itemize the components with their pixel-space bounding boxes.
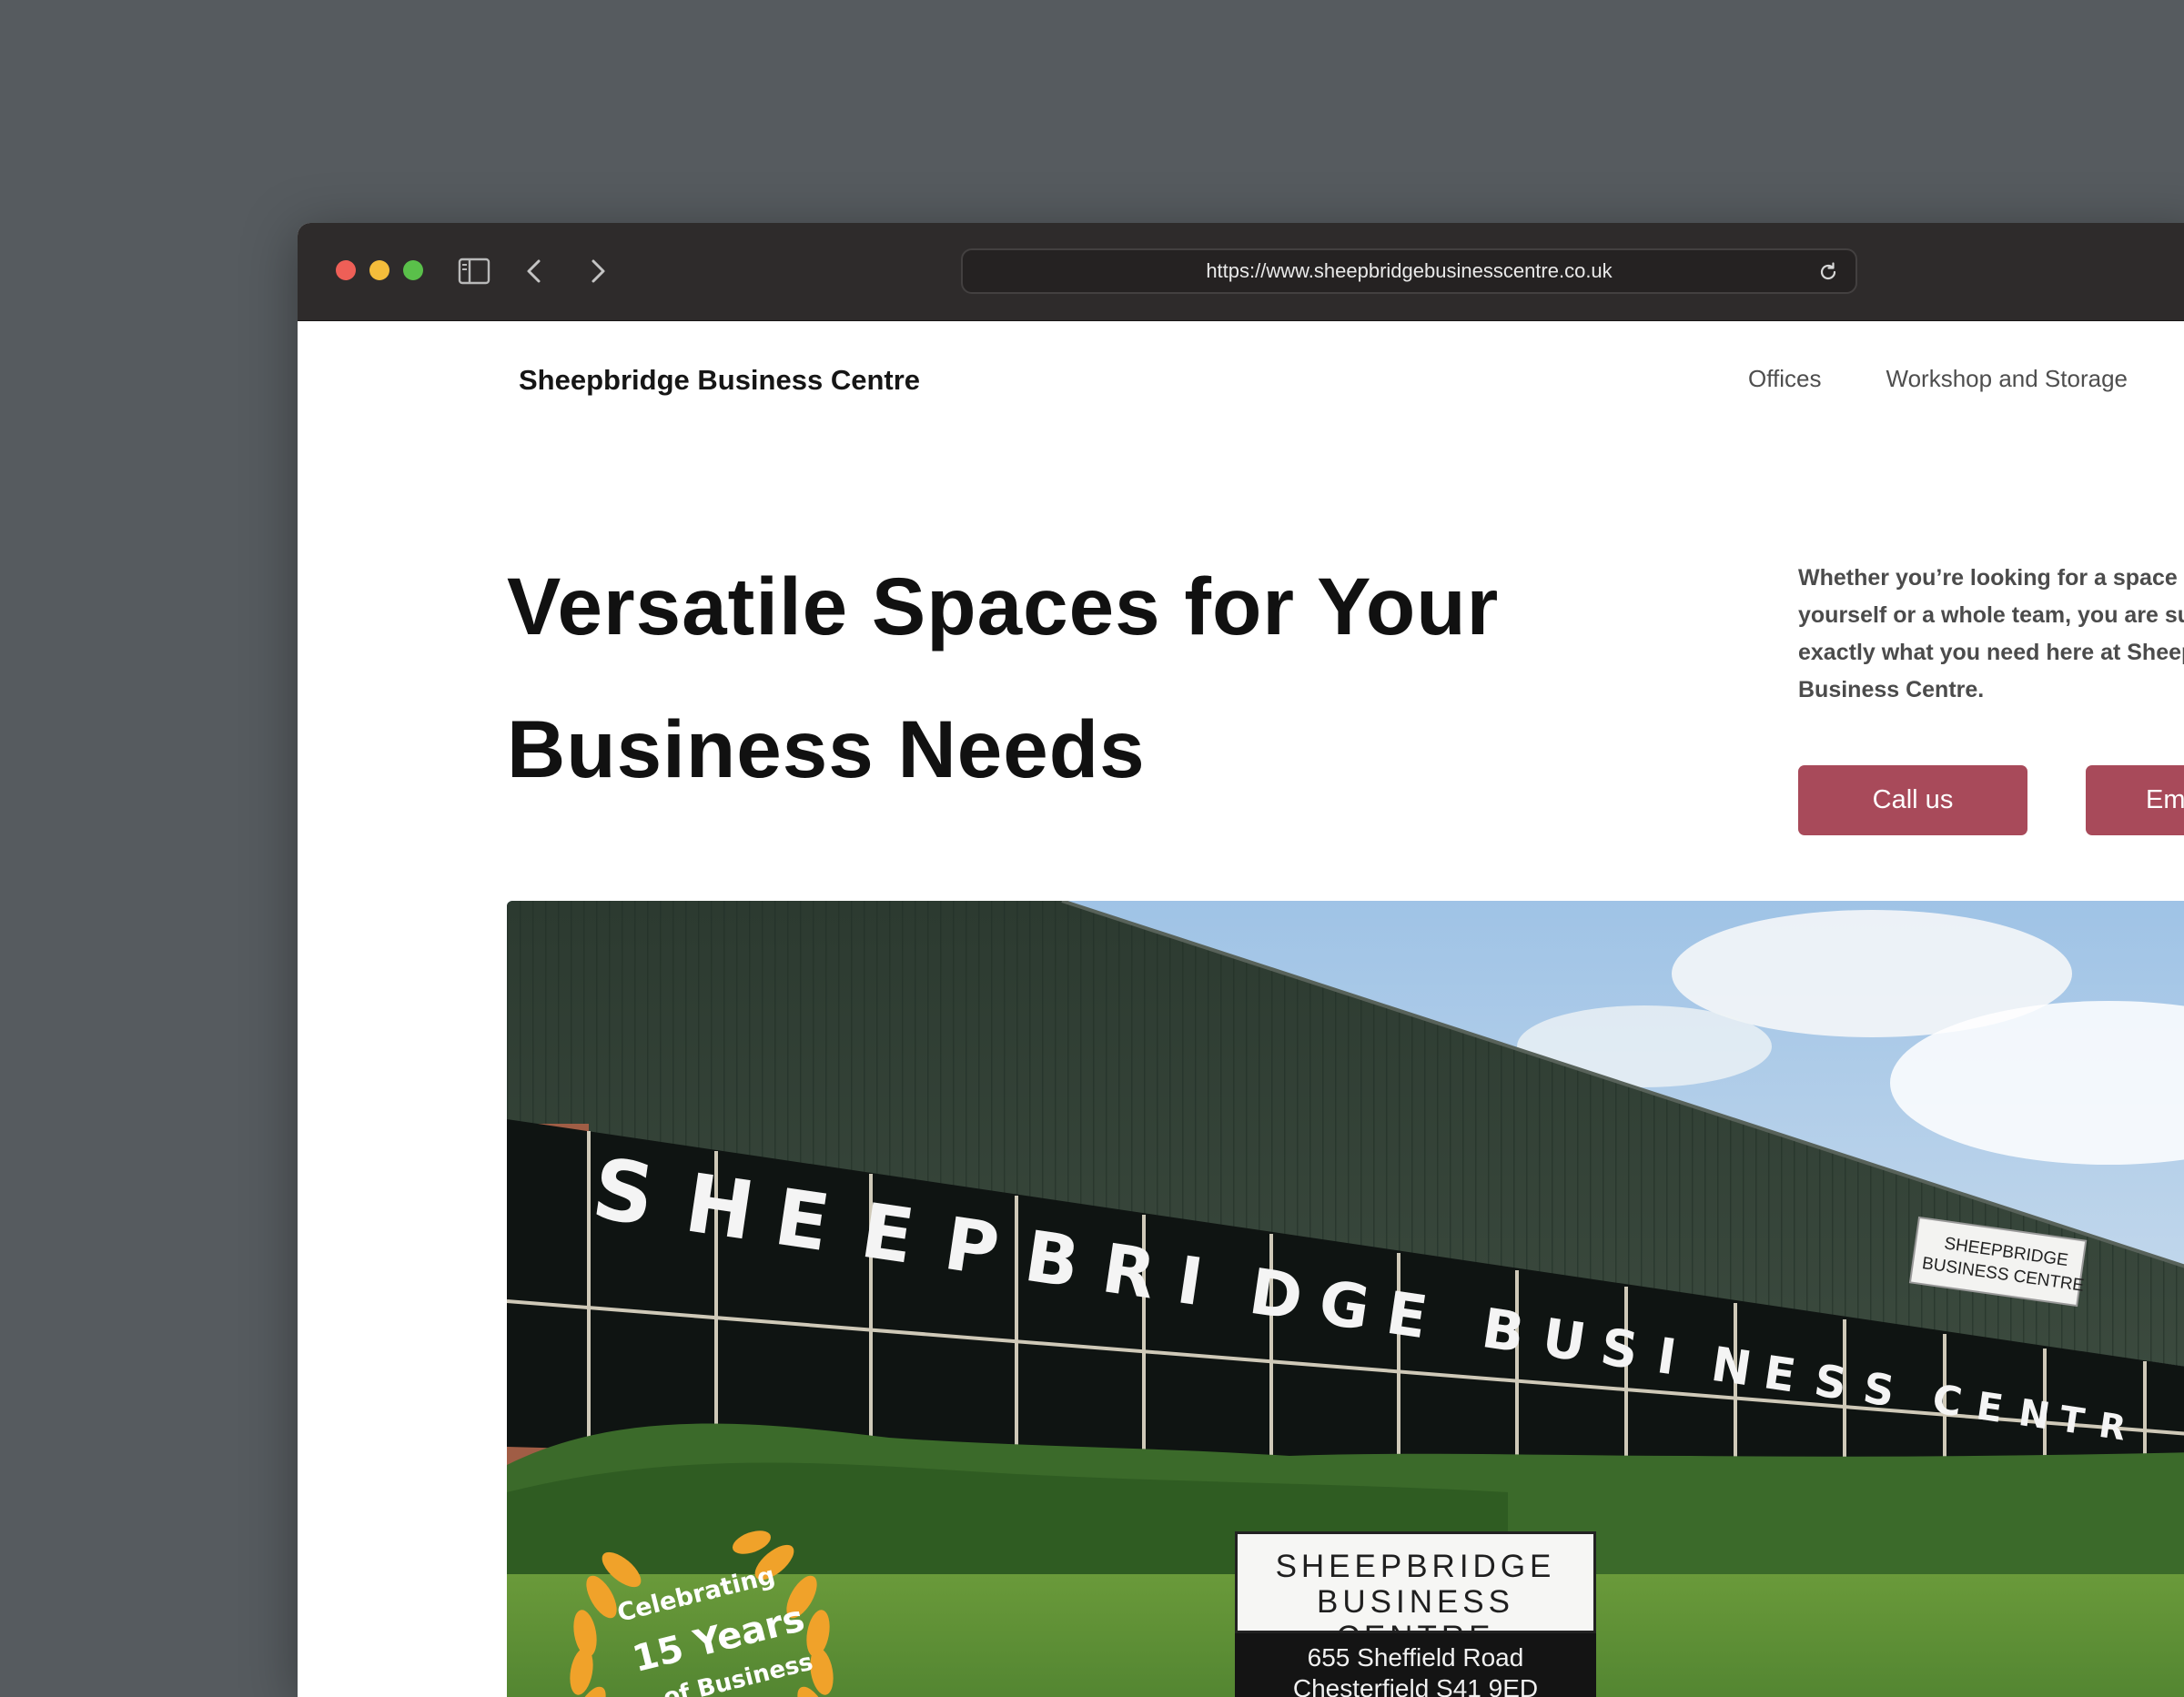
address-sign: SHEEPBRIDGE BUSINESS CENTRE 655 Sheffiel… (1235, 1531, 1596, 1697)
site-title[interactable]: Sheepbridge Business Centre (519, 364, 920, 397)
sidebar-icon[interactable] (458, 256, 490, 287)
building-letter: U (1539, 1307, 1590, 1374)
back-arrow-icon[interactable] (519, 256, 551, 287)
building-letter: G (1315, 1267, 1374, 1344)
reload-icon[interactable] (1817, 261, 1839, 283)
forward-arrow-icon[interactable] (581, 256, 613, 287)
browser-window: https://www.sheepbridgebusinesscentre.co… (298, 223, 2184, 1697)
close-window-button[interactable] (336, 260, 356, 280)
nav-link-offices[interactable]: Offices (1748, 365, 1821, 392)
call-us-button[interactable]: Call us (1798, 765, 2027, 835)
browser-toolbar: https://www.sheepbridgebusinesscentre.co… (298, 223, 2184, 321)
sign-address-line2: Chesterfield S41 9ED (1292, 1674, 1539, 1697)
building-letter: N (2016, 1390, 2052, 1438)
nav-link-workshop-storage[interactable]: Workshop and Storage (1886, 365, 2128, 392)
page-content: Sheepbridge Business Centre Offices Work… (298, 321, 2184, 1697)
main-nav: Offices Workshop and Storage (1748, 365, 2184, 393)
building-letter: N (1708, 1338, 1755, 1398)
sign-address-line1: 655 Sheffield Road (1307, 1643, 1524, 1672)
minimize-window-button[interactable] (369, 260, 389, 280)
hero-heading: Versatile Spaces for Your Business Needs (507, 561, 1500, 794)
building-letter: H (680, 1156, 760, 1258)
building-letter: D (1245, 1256, 1307, 1335)
hero-description: Whether you’re looking for a space for y… (1798, 565, 2184, 702)
url-text[interactable]: https://www.sheepbridgebusinesscentre.co… (963, 250, 1855, 292)
zoom-window-button[interactable] (403, 260, 423, 280)
email-button[interactable]: Em (2086, 765, 2184, 835)
address-bar[interactable]: https://www.sheepbridgebusinesscentre.co… (961, 248, 1857, 294)
sign-line1: SHEEPBRIDGE (1275, 1549, 1556, 1584)
